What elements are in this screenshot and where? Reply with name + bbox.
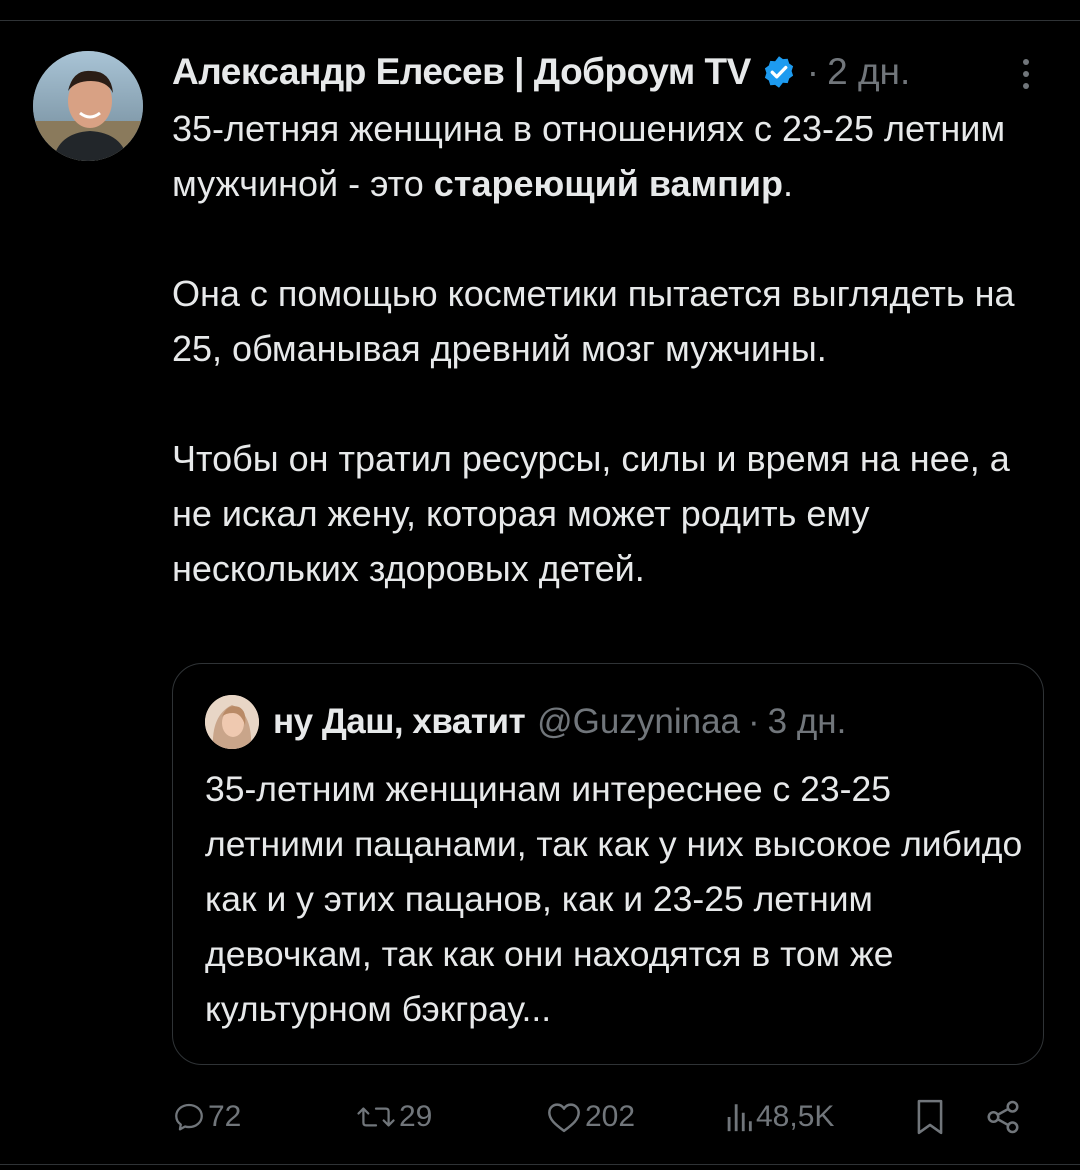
tweet-paragraph-2: Она с помощью косметики пытается выгляде… [172,273,1015,369]
header-separator: · [806,51,820,92]
tweet-text: 35-летняя женщина в отношениях с 23-25 л… [172,101,1052,596]
quote-author-name[interactable]: ну Даш, хватит [273,702,526,742]
share-button[interactable] [984,1090,1022,1144]
verified-badge-icon [761,54,797,90]
author-avatar[interactable] [33,51,143,161]
repost-count: 29 [399,1100,433,1133]
share-icon [987,1100,1019,1134]
tweet-bold-phrase: стареющий вампир [433,163,784,204]
reply-count: 72 [208,1100,242,1133]
bookmark-button[interactable] [914,1090,946,1144]
bookmark-icon [917,1099,943,1135]
tweet-paragraph-3: Чтобы он тратил ресурсы, силы и время на… [172,438,1010,589]
views-button[interactable]: 48,5K [724,1090,834,1144]
reply-button[interactable]: 72 [172,1090,241,1144]
tweet-paragraph-1-end: . [783,163,794,204]
quote-text: 35-летним женщинам интереснее с 23-25 ле… [205,769,1023,1029]
quote-header: ну Даш, хватит @Guzyninaa · 3 дн. [205,692,846,752]
author-name[interactable]: Александр Елесев | Доброум TV [172,51,751,93]
top-divider [0,20,1080,21]
reply-icon [175,1103,203,1131]
more-vertical-icon[interactable] [1012,54,1040,94]
tweet-header: Александр Елесев | Доброум TV · 2 дн. [172,46,910,98]
views-chart-icon [727,1104,752,1132]
heart-icon [548,1103,580,1133]
views-count: 48,5K [756,1100,835,1133]
like-count: 202 [585,1100,636,1133]
tweet-paragraph-1: 35-летняя женщина в отношениях с 23-25 л… [172,101,1052,211]
repost-icon [357,1107,395,1127]
tweet-time[interactable]: 2 дн. [827,51,910,93]
quote-author-handle[interactable]: @Guzyninaa [537,702,740,742]
repost-button[interactable]: 29 [355,1090,432,1144]
quote-time[interactable]: 3 дн. [768,702,847,742]
quote-separator: · [748,702,760,741]
quote-author-avatar [205,695,259,749]
quoted-tweet[interactable]: ну Даш, хватит @Guzyninaa · 3 дн. 35-лет… [172,663,1044,1065]
action-bar: 72 29 202 48,5K [172,1090,1032,1144]
like-button[interactable]: 202 [545,1090,635,1144]
bottom-divider [0,1164,1080,1165]
